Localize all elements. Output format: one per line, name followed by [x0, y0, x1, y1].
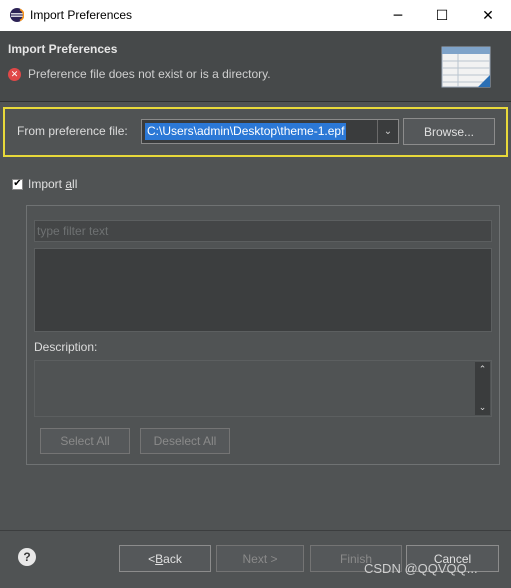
filter-input[interactable]: type filter text: [34, 220, 492, 242]
description-scrollbar[interactable]: ⌃ ⌄: [475, 362, 490, 415]
maximize-button[interactable]: ☐: [419, 0, 465, 31]
preferences-tree[interactable]: [34, 248, 492, 332]
description-text-area: ⌃ ⌄: [34, 360, 492, 417]
select-all-button[interactable]: Select All: [40, 428, 130, 454]
eclipse-app-icon: [10, 8, 24, 22]
import-all-checkbox[interactable]: ✔: [12, 178, 23, 190]
chevron-down-icon[interactable]: ⌄: [377, 120, 398, 143]
checkmark-icon: ✔: [13, 178, 22, 189]
help-icon[interactable]: ?: [18, 548, 36, 566]
scroll-up-icon[interactable]: ⌃: [475, 362, 490, 377]
import-all-label: Import all: [28, 177, 78, 191]
back-button[interactable]: < Back: [119, 545, 211, 572]
error-icon: ✕: [8, 68, 21, 81]
description-label: Description:: [34, 340, 98, 354]
error-message: Preference file does not exist or is a d…: [28, 67, 271, 81]
preference-file-row: From preference file: C:\Users\admin\Des…: [3, 107, 508, 157]
minimize-icon: ─: [393, 7, 403, 24]
wizard-title: Import Preferences: [8, 42, 118, 56]
filter-placeholder: type filter text: [37, 224, 109, 238]
footer-separator: [0, 530, 511, 531]
preferences-group: type filter text Description: ⌃ ⌄ Select…: [26, 205, 500, 465]
next-button[interactable]: Next >: [216, 545, 304, 572]
window-titlebar: Import Preferences ─ ☐ ✕: [0, 0, 511, 31]
import-all-row[interactable]: ✔ Import all: [12, 177, 77, 191]
close-icon: ✕: [482, 7, 494, 24]
maximize-icon: ☐: [435, 7, 449, 24]
deselect-all-button[interactable]: Deselect All: [140, 428, 230, 454]
scroll-down-icon[interactable]: ⌄: [475, 400, 490, 415]
watermark-text: CSDN @QQVQQ...: [364, 561, 478, 576]
wizard-header: Import Preferences ✕ Preference file doe…: [0, 31, 511, 102]
preferences-banner-icon: [441, 46, 491, 88]
browse-button[interactable]: Browse...: [403, 118, 495, 145]
preference-file-label: From preference file:: [17, 124, 128, 138]
minimize-button[interactable]: ─: [375, 0, 421, 31]
preference-file-path[interactable]: C:\Users\admin\Desktop\theme-1.epf: [145, 123, 347, 140]
preference-file-combo[interactable]: C:\Users\admin\Desktop\theme-1.epf ⌄: [141, 119, 399, 144]
close-window-button[interactable]: ✕: [465, 0, 511, 31]
window-title: Import Preferences: [30, 8, 133, 22]
